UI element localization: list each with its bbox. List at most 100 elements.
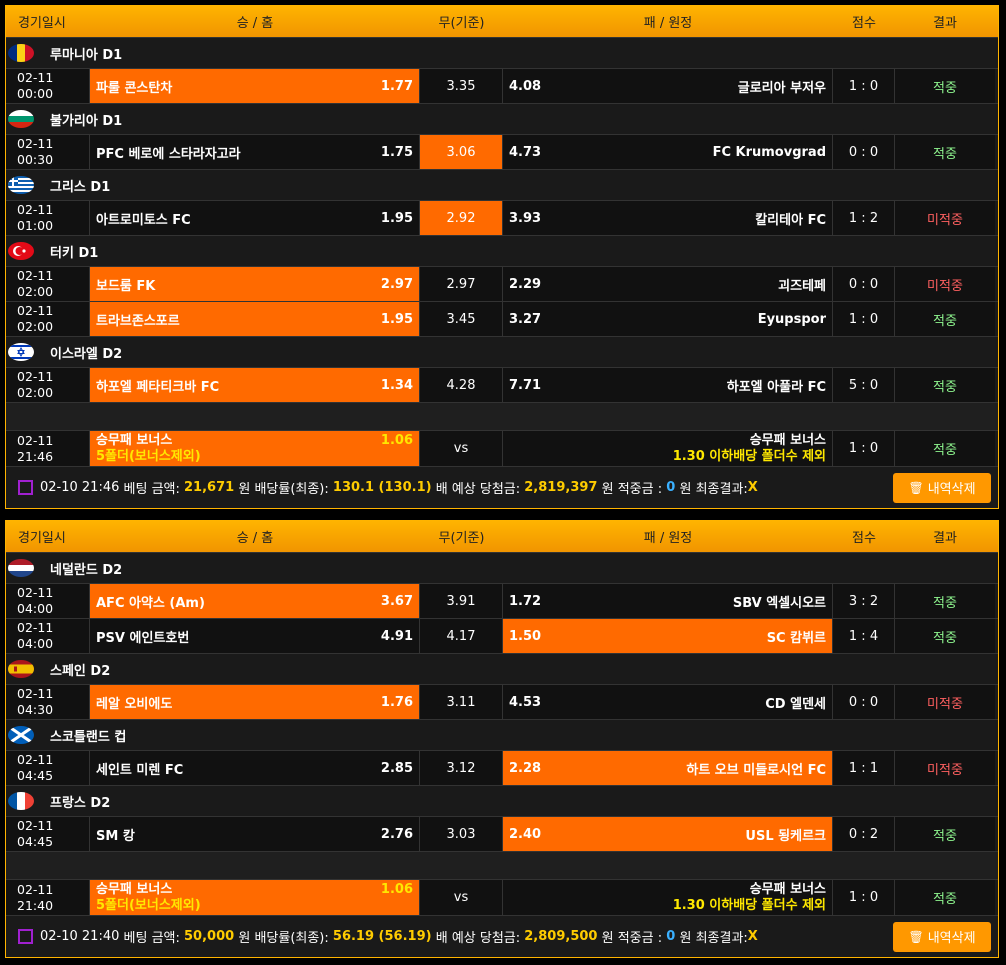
delete-history-button[interactable]: 🗑 내역삭제 xyxy=(893,921,991,952)
bet-slip-panel: 경기일시 승 / 홈 무(기준) 패 / 원정 점수 결과 루마니아 D1 02-11 00:0… xyxy=(5,5,999,509)
result-badge: 적중 xyxy=(895,135,995,169)
home-team: SM 캉 xyxy=(96,828,135,844)
bonus-datetime: 02-11 21:46 xyxy=(6,431,90,466)
away-odds-cell: 1.72 SBV 엑셀시오르 xyxy=(503,584,833,618)
game-row: 02-11 04:45 SM 캉 2.76 3.03 2.40 USL 됭케르크 0 : 2적… xyxy=(6,816,998,851)
score: 1 : 0 xyxy=(833,880,895,915)
away-odds-cell: 2.40 USL 됭케르크 xyxy=(503,817,833,851)
home-odds-cell: PFC 베로에 스타라자고라 1.75 xyxy=(90,135,420,169)
draw-odds-cell: 3.35 xyxy=(420,69,503,103)
result-badge: 적중 xyxy=(895,880,995,915)
delete-history-button[interactable]: 🗑 내역삭제 xyxy=(893,472,991,503)
away-odds-cell: 4.08 글로리아 부저우 xyxy=(503,69,833,103)
home-odds-cell: 레알 오비에도 1.76 xyxy=(90,685,420,719)
game-datetime: 02-11 00:30 xyxy=(6,135,90,169)
game-row: 02-11 02:00 하포엘 페타티크바 FC 1.34 4.28 7.71 하포엘 아풀… xyxy=(6,367,998,402)
bonus-home-cell: 승무패 보너스 1.06 5폴더(보너스제외) xyxy=(90,880,420,915)
league-header: 그리스 D1 xyxy=(6,169,998,200)
multiplier-unit: 배 xyxy=(435,931,448,946)
home-odds-cell: PSV 에인트호번 4.91 xyxy=(90,619,420,653)
bonus-folder-note: 5폴더(보너스제외) xyxy=(96,448,201,464)
league-header: 네덜란드 D2 xyxy=(6,552,998,583)
home-odds-cell: 파룰 콘스탄차 1.77 xyxy=(90,69,420,103)
away-odds-cell: 2.29 괴즈테페 xyxy=(503,267,833,301)
game-date: 02-11 xyxy=(17,268,54,283)
game-datetime: 02-11 00:00 xyxy=(6,69,90,103)
game-datetime: 02-11 04:45 xyxy=(6,751,90,785)
draw-odds: 3.45 xyxy=(446,311,476,327)
league-header: 프랑스 D2 xyxy=(6,785,998,816)
draw-odds-cell: 2.92 xyxy=(420,201,503,235)
home-odds: 4.91 xyxy=(380,628,413,644)
result-badge: 적중 xyxy=(895,302,995,336)
home-team: PSV 에인트호번 xyxy=(96,630,190,646)
game-datetime: 02-11 01:00 xyxy=(6,201,90,235)
away-team: 하포엘 아풀라 FC xyxy=(726,379,826,395)
col-draw: 무(기준) xyxy=(438,16,485,31)
score: 0 : 2 xyxy=(833,817,895,851)
game-date: 02-11 xyxy=(17,202,54,217)
score: 1 : 0 xyxy=(833,302,895,336)
final-result: X xyxy=(747,929,758,944)
game-time: 04:45 xyxy=(17,768,54,783)
game-time: 04:00 xyxy=(17,601,54,616)
bet-amount-label: 베팅 금액: xyxy=(123,482,180,497)
league-name: 이스라엘 D2 xyxy=(50,346,123,362)
select-checkbox[interactable] xyxy=(18,929,33,944)
trash-icon: 🗑 xyxy=(908,929,924,944)
league-name: 터키 D1 xyxy=(50,245,99,261)
result-badge: 적중 xyxy=(895,368,995,402)
home-odds: 1.76 xyxy=(380,694,413,710)
game-time: 00:30 xyxy=(17,152,54,167)
league-name: 루마니아 D1 xyxy=(50,47,123,63)
spain-flag-icon xyxy=(8,660,34,678)
game-row: 02-11 01:00 아트로미토스 FC 1.95 2.92 3.93 칼리테아 FC 1 … xyxy=(6,200,998,235)
game-row: 02-11 04:00 AFC 아약스 (Am) 3.67 3.91 1.72 SBV 엑셀… xyxy=(6,583,998,618)
away-odds-cell: 4.73 FC Krumovgrad xyxy=(503,135,833,169)
greece-flag-icon xyxy=(8,176,34,194)
home-odds: 3.67 xyxy=(380,593,413,609)
total-odds: 130.1 (130.1) xyxy=(332,480,432,495)
currency: 원 xyxy=(601,931,614,946)
result-badge: 적중 xyxy=(895,619,995,653)
home-odds-cell: AFC 아약스 (Am) 3.67 xyxy=(90,584,420,618)
game-date: 02-11 xyxy=(17,686,54,701)
draw-odds: 3.12 xyxy=(446,760,476,776)
game-date: 02-11 xyxy=(17,136,54,151)
netherlands-flag-icon xyxy=(8,559,34,577)
bonus-label: 승무패 보너스 xyxy=(749,432,826,448)
home-odds: 1.77 xyxy=(380,78,413,94)
home-team: PFC 베로에 스타라자고라 xyxy=(96,146,241,162)
bet-summary: 02-10 21:40 베팅 금액: 50,000 원 배당률(최종): 56.… xyxy=(6,915,998,957)
table-header: 경기일시 승 / 홈 무(기준) 패 / 원정 점수 결과 xyxy=(6,521,998,552)
game-date: 02-11 xyxy=(17,620,54,635)
bet-slip-panel: 경기일시 승 / 홈 무(기준) 패 / 원정 점수 결과 네덜란드 D2 02-11 04:0… xyxy=(5,520,999,958)
home-team: 하포엘 페타티크바 FC xyxy=(96,379,220,395)
home-team: 아트로미토스 FC xyxy=(96,212,191,228)
bet-date: 02-10 21:46 xyxy=(40,480,120,495)
away-team: 괴즈테페 xyxy=(778,278,826,294)
game-time: 04:30 xyxy=(17,702,54,717)
league-header: 스페인 D2 xyxy=(6,653,998,684)
select-checkbox[interactable] xyxy=(18,480,33,495)
league-header: 터키 D1 xyxy=(6,235,998,266)
draw-odds: 4.17 xyxy=(446,628,476,644)
away-odds-cell: 7.71 하포엘 아풀라 FC xyxy=(503,368,833,402)
away-odds: 3.27 xyxy=(509,311,542,327)
home-odds-cell: SM 캉 2.76 xyxy=(90,817,420,851)
col-away: 패 / 원정 xyxy=(643,531,693,546)
game-row: 02-11 02:00 보드룸 FK 2.97 2.97 2.29 괴즈테페 0 : 0 미적중 xyxy=(6,266,998,301)
hit-amount: 0 xyxy=(666,929,676,944)
away-team: 하트 오브 미들로시언 FC xyxy=(686,762,826,778)
game-time: 02:00 xyxy=(17,385,54,400)
currency: 원 xyxy=(238,931,251,946)
israel-flag-icon xyxy=(8,343,34,361)
result-badge: 적중 xyxy=(895,431,995,466)
final-result: X xyxy=(747,480,758,495)
away-team: SBV 엑셀시오르 xyxy=(732,595,826,611)
away-odds: 2.29 xyxy=(509,276,542,292)
home-odds-cell: 보드룸 FK 2.97 xyxy=(90,267,420,301)
home-team: 레알 오비에도 xyxy=(96,696,173,712)
draw-odds: 3.03 xyxy=(446,826,476,842)
col-home: 승 / 홈 xyxy=(236,16,274,31)
